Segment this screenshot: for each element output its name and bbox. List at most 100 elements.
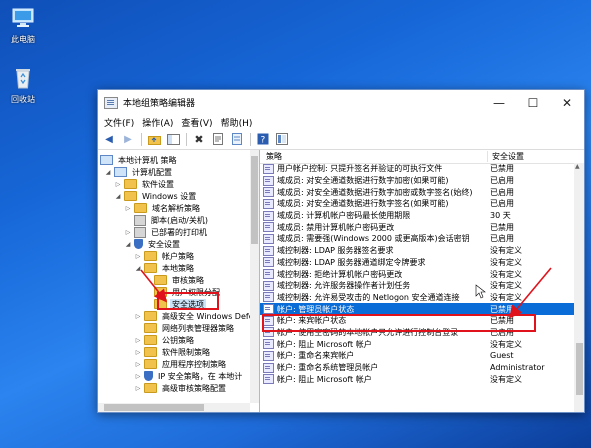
tree-node-software-restriction[interactable]: ▷ 软件限制策略 <box>134 346 212 358</box>
scroll-up-icon[interactable]: ▲ <box>575 163 580 170</box>
tree-node-user-rights[interactable]: 用户权限分配 <box>154 286 222 298</box>
policy-row[interactable]: 域成员: 对安全通道数据进行数字签名(如果可能) 已启用 <box>260 198 574 210</box>
tree-node-security-options[interactable]: 安全选项 <box>154 298 206 310</box>
expand-arrow-icon[interactable]: ▷ <box>124 229 132 236</box>
policy-row[interactable]: 帐户: 阻止 Microsoft 帐户 没有定义 <box>260 373 574 385</box>
policy-name-cell: 域成员: 对安全通道数据进行数字签名(如果可能) <box>260 198 490 209</box>
policy-row[interactable]: 域控制器: 拒绝计算机帐户密码更改 没有定义 <box>260 268 574 280</box>
script-icon <box>134 214 146 226</box>
expand-arrow-icon[interactable]: ▷ <box>124 205 132 212</box>
tree-node-advanced-audit[interactable]: ▷ 高级审核策略配置 <box>134 382 228 394</box>
tree-node-deployed-printers[interactable]: ▷ 已部署的打印机 <box>124 226 209 238</box>
policy-row[interactable]: 域控制器: 允许易受攻击的 Netlogon 安全通道连接 没有定义 <box>260 292 574 304</box>
menu-view[interactable]: 查看(V) <box>179 116 218 129</box>
tree-node-label: 审核策略 <box>172 275 204 285</box>
delete-icon[interactable]: ✖ <box>192 132 206 146</box>
policy-row[interactable]: 域控制器: LDAP 服务器通道绑定令牌要求 没有定义 <box>260 257 574 269</box>
policy-item-icon <box>263 198 274 209</box>
policy-row[interactable]: 域控制器: LDAP 服务器签名要求 没有定义 <box>260 245 574 257</box>
policy-row[interactable]: 用户帐户控制: 只提升签名并验证的可执行文件 已禁用 <box>260 163 574 175</box>
tree-node-account-policies[interactable]: ▷ 帐户策略 <box>134 250 196 262</box>
up-folder-icon[interactable] <box>147 132 161 146</box>
tree-node-scripts[interactable]: 脚本(启动/关机) <box>134 214 210 226</box>
tree-node-local-policies[interactable]: ◢ 本地策略 <box>134 262 196 274</box>
policy-setting: 没有定义 <box>490 257 522 267</box>
expand-arrow-icon[interactable]: ▷ <box>134 349 142 356</box>
tree-node-audit-policy[interactable]: 审核策略 <box>154 274 206 286</box>
expand-arrow-icon[interactable]: ▷ <box>114 181 122 188</box>
menu-file[interactable]: 文件(F) <box>102 116 140 129</box>
minimize-button[interactable]: — <box>482 90 516 115</box>
policy-setting: 没有定义 <box>490 374 522 384</box>
policy-item-icon <box>263 350 274 361</box>
policy-row[interactable]: 帐户: 重命名系统管理员帐户 Administrator <box>260 362 574 374</box>
tree-node-local-computer-policy[interactable]: 本地计算机 策略 <box>100 154 179 166</box>
tree-node-computer-config[interactable]: ◢ 计算机配置 <box>104 166 174 178</box>
policy-row[interactable]: 域成员: 对安全通道数据进行数字加密或数字签名(始终) 已启用 <box>260 186 574 198</box>
policy-row[interactable]: 域成员: 对安全通道数据进行数字加密(如果可能) 已启用 <box>260 175 574 187</box>
maximize-button[interactable]: ☐ <box>516 90 550 115</box>
tree-node-label: 高级审核策略配置 <box>162 383 226 393</box>
policy-item-icon <box>263 210 274 221</box>
forward-arrow-icon[interactable]: ▶ <box>121 132 135 146</box>
expand-arrow-icon[interactable]: ▷ <box>134 253 142 260</box>
tree-node-software-settings[interactable]: ▷ 软件设置 <box>114 178 176 190</box>
policy-item-icon <box>263 222 274 233</box>
policy-row[interactable]: 域控制器: 允许服务器操作者计划任务 没有定义 <box>260 280 574 292</box>
tree-node-public-key-policies[interactable]: ▷ 公钥策略 <box>134 334 196 346</box>
tree-vertical-scrollbar[interactable] <box>250 150 259 403</box>
tree-node-name-resolution-policy[interactable]: ▷ 域名解析策略 <box>124 202 202 214</box>
policy-item-icon <box>263 280 274 291</box>
policy-row[interactable]: 帐户: 使用空密码的本地帐户只允许进行控制台登录 已启用 <box>260 327 574 339</box>
policy-row[interactable]: 域成员: 禁用计算机帐户密码更改 已禁用 <box>260 221 574 233</box>
filter-view-icon[interactable] <box>275 132 289 146</box>
recycle-bin-desktop-icon[interactable]: 回收站 <box>2 66 44 105</box>
menu-bar: 文件(F) 操作(A) 查看(V) 帮助(H) <box>98 115 584 129</box>
policy-rows: 用户帐户控制: 只提升签名并验证的可执行文件 已禁用 域成员: 对安全通道数据进行数… <box>260 163 574 412</box>
expand-arrow-icon[interactable]: ▷ <box>134 385 142 392</box>
menu-action[interactable]: 操作(A) <box>140 116 179 129</box>
collapse-arrow-icon[interactable]: ◢ <box>114 193 122 200</box>
policy-row[interactable]: 帐户: 重命名来宾帐户 Guest <box>260 350 574 362</box>
policy-item-icon <box>263 362 274 373</box>
collapse-arrow-icon[interactable]: ◢ <box>124 241 132 248</box>
policy-item-icon <box>263 187 274 198</box>
title-bar[interactable]: 本地组策略编辑器 — ☐ ✕ <box>98 90 584 115</box>
close-button[interactable]: ✕ <box>550 90 584 115</box>
scrollbar-thumb[interactable] <box>251 156 258 244</box>
tree-node-windows-settings[interactable]: ◢ Windows 设置 <box>114 190 198 202</box>
collapse-arrow-icon[interactable]: ◢ <box>104 169 112 176</box>
tree-node-security-settings[interactable]: ◢ 安全设置 <box>124 238 182 250</box>
tree-horizontal-scrollbar[interactable] <box>98 403 250 412</box>
tree-node-label: 安全设置 <box>148 239 180 249</box>
policy-row[interactable]: 帐户: 来宾帐户状态 已禁用 <box>260 315 574 327</box>
policy-name-cell: 域成员: 需要强(Windows 2000 或更高版本)会话密钥 <box>260 233 490 244</box>
expand-arrow-icon[interactable]: ▷ <box>134 361 142 368</box>
expand-arrow-icon[interactable]: ▷ <box>134 337 142 344</box>
column-header-setting[interactable]: 安全设置 <box>488 151 524 162</box>
tree-node-ip-security-policies[interactable]: ▷ IP 安全策略，在 本地计 <box>134 370 244 382</box>
policy-setting: 已启用 <box>490 327 514 337</box>
back-arrow-icon[interactable]: ◀ <box>102 132 116 146</box>
tree-node-network-list-manager[interactable]: 网络列表管理器策略 <box>144 322 236 334</box>
properties-icon[interactable] <box>211 132 225 146</box>
help-icon[interactable]: ? <box>256 132 270 146</box>
policy-row[interactable]: 域成员: 需要强(Windows 2000 或更高版本)会话密钥 已启用 <box>260 233 574 245</box>
scrollbar-thumb[interactable] <box>576 343 583 395</box>
expand-arrow-icon[interactable]: ▷ <box>134 373 142 380</box>
menu-help[interactable]: 帮助(H) <box>219 116 259 129</box>
tree-node-windows-defender-firewall[interactable]: ▷ 高级安全 Windows Defe <box>134 310 250 322</box>
list-vertical-scrollbar[interactable]: ▲ <box>574 163 584 412</box>
show-tree-icon[interactable] <box>166 132 180 146</box>
policy-name-cell: 帐户: 重命名系统管理员帐户 <box>260 362 490 373</box>
export-list-icon[interactable] <box>230 132 244 146</box>
expand-arrow-icon[interactable]: ▷ <box>134 313 142 320</box>
collapse-arrow-icon[interactable]: ◢ <box>134 265 142 272</box>
policy-name-cell: 域控制器: LDAP 服务器通道绑定令牌要求 <box>260 257 490 268</box>
tree-node-app-control-policies[interactable]: ▷ 应用程序控制策略 <box>134 358 228 370</box>
scrollbar-thumb[interactable] <box>104 404 204 411</box>
policy-row[interactable]: 帐户: 阻止 Microsoft 帐户 没有定义 <box>260 338 574 350</box>
policy-row[interactable]: 域成员: 计算机帐户密码最长使用期限 30 天 <box>260 210 574 222</box>
policy-row[interactable]: 帐户: 管理员帐户状态 已禁用 <box>260 303 574 315</box>
this-pc-desktop-icon[interactable]: 此电脑 <box>2 6 44 45</box>
